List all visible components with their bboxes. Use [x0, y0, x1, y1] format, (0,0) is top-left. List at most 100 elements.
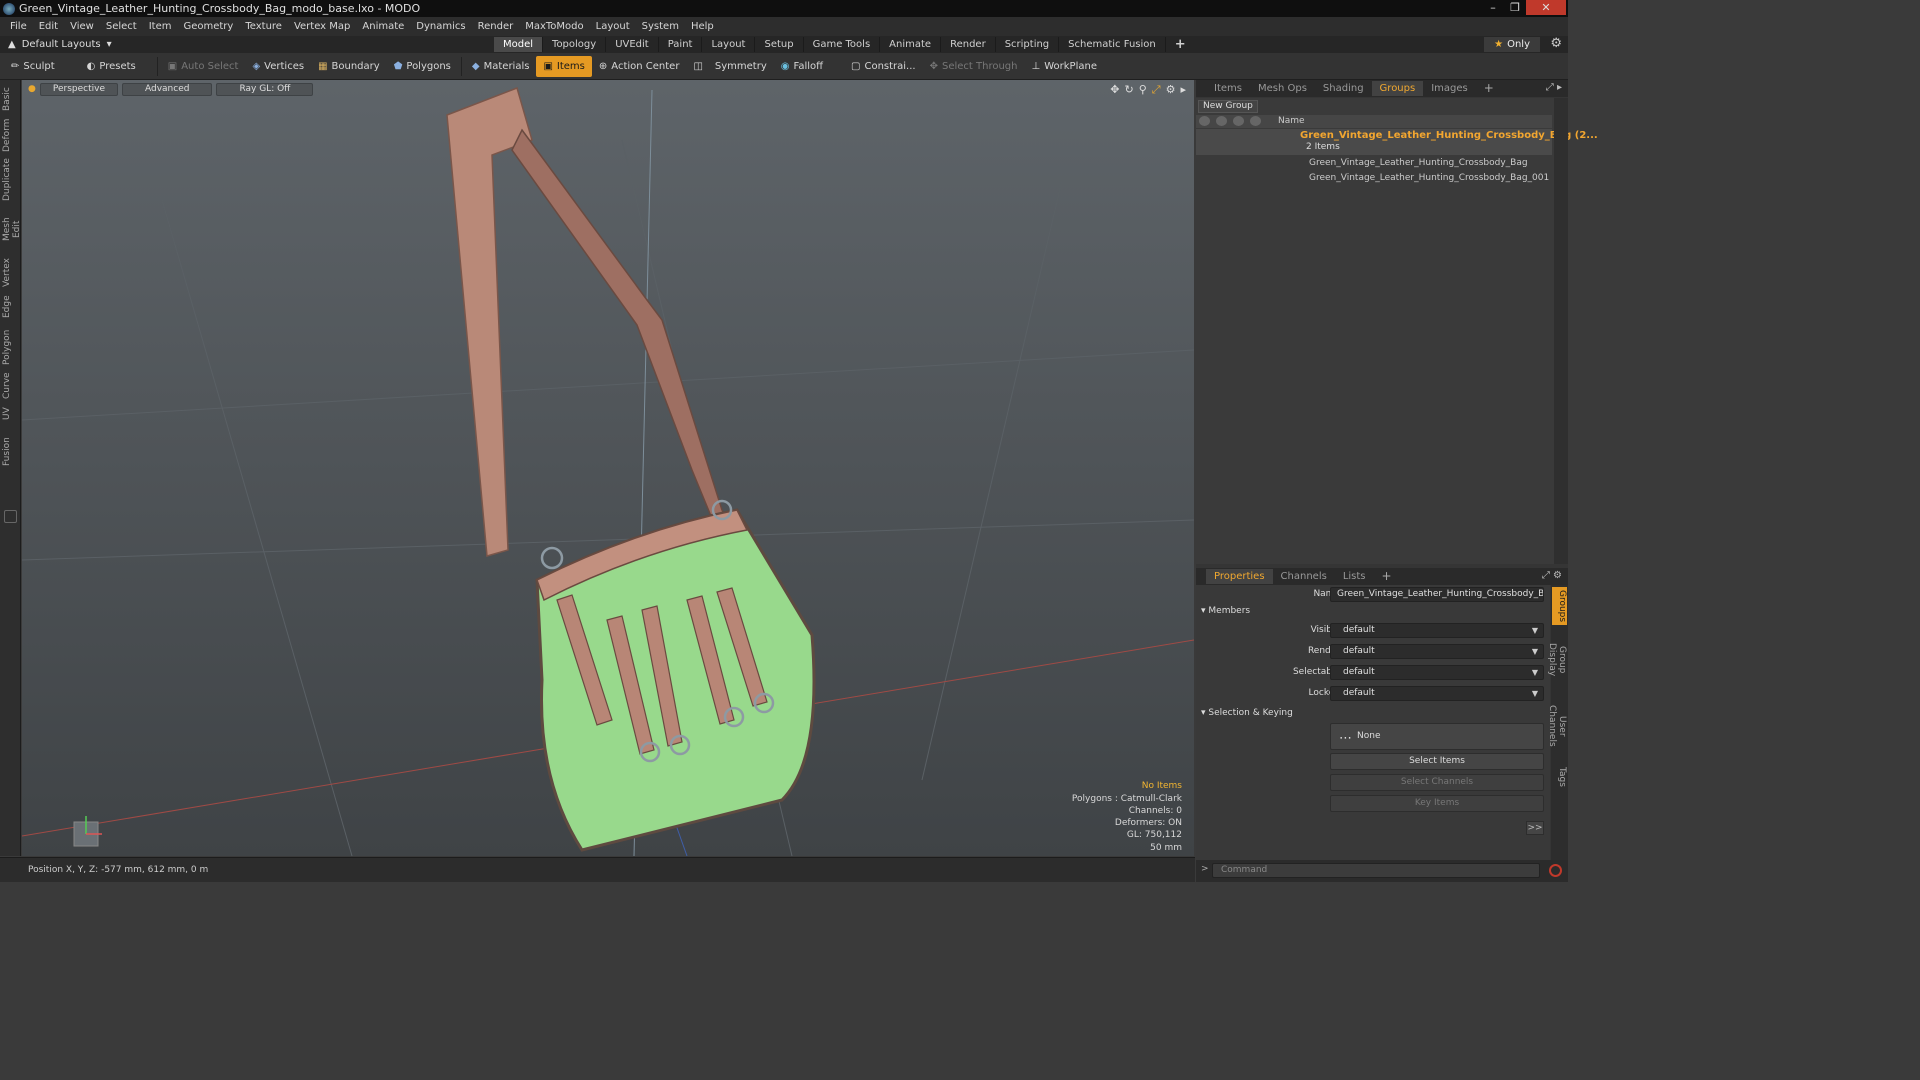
3d-viewport[interactable]: ● Perspective Advanced Ray GL: Off ✥ ↻ ⚲…	[22, 80, 1194, 856]
items-button[interactable]: ▣ Items	[536, 55, 592, 77]
tab-scripting[interactable]: Scripting	[996, 37, 1060, 52]
lock-column-icon[interactable]	[1250, 116, 1261, 126]
only-button[interactable]: ★ Only	[1484, 37, 1540, 52]
left-tab-edge[interactable]: Edge	[2, 294, 19, 320]
symmetry-button[interactable]: ◫ Symmetry	[686, 56, 773, 77]
render-column-icon[interactable]	[1216, 116, 1227, 126]
tab-lists[interactable]: Lists	[1335, 569, 1374, 584]
menu-view[interactable]: View	[64, 21, 100, 32]
left-tab-mesh-edit[interactable]: Mesh Edit	[2, 208, 22, 250]
command-expand-icon[interactable]: >	[1201, 864, 1209, 874]
tab-channels[interactable]: Channels	[1273, 569, 1335, 584]
viewport-expand-icon[interactable]: ▸	[1180, 83, 1186, 97]
left-tab-vertex[interactable]: Vertex	[2, 258, 19, 288]
left-tab-duplicate[interactable]: Duplicate	[2, 158, 19, 202]
command-input[interactable]: Command	[1212, 863, 1540, 878]
close-icon[interactable]: ✕	[1526, 0, 1566, 15]
menu-select[interactable]: Select	[100, 21, 143, 32]
menu-help[interactable]: Help	[685, 21, 720, 32]
shading-mode-button[interactable]: Advanced	[121, 82, 213, 96]
select-through-button[interactable]: ✥ Select Through	[923, 56, 1025, 77]
menu-system[interactable]: System	[636, 21, 685, 32]
tab-uvedit[interactable]: UVEdit	[606, 37, 659, 52]
view-mode-button[interactable]: Perspective	[39, 82, 118, 96]
side-tab-group-display[interactable]: Group Display	[1547, 631, 1567, 689]
tab-topology[interactable]: Topology	[543, 37, 607, 52]
members-section[interactable]: ▾ Members	[1201, 606, 1250, 616]
menu-dynamics[interactable]: Dynamics	[410, 21, 471, 32]
left-tab-uv[interactable]: UV	[2, 406, 19, 422]
boundary-button[interactable]: ▦ Boundary	[311, 56, 387, 77]
move-view-icon[interactable]: ✥	[1110, 83, 1119, 97]
gear-icon[interactable]: ⚙	[1550, 36, 1562, 51]
group-name-field[interactable]: Green_Vintage_Leather_Hunting_Crossbody_…	[1330, 587, 1544, 602]
fit-view-icon[interactable]: ⤢	[1152, 83, 1161, 97]
visible-dropdown[interactable]: default ▼	[1330, 623, 1544, 638]
side-tab-tags[interactable]: Tags	[1552, 765, 1567, 789]
groups-scrollbar[interactable]	[1554, 98, 1568, 564]
selectable-dropdown[interactable]: default ▼	[1330, 665, 1544, 680]
key-items-button[interactable]: Key Items	[1330, 795, 1544, 812]
tab-setup[interactable]: Setup	[755, 37, 804, 52]
tab-game-tools[interactable]: Game Tools	[804, 37, 881, 52]
tab-animate[interactable]: Animate	[880, 37, 942, 52]
side-tab-groups[interactable]: Groups	[1552, 587, 1567, 625]
locked-dropdown[interactable]: default ▼	[1330, 686, 1544, 701]
polygons-button[interactable]: ⬟ Polygons	[387, 56, 458, 77]
left-tab-fusion[interactable]: Fusion	[2, 436, 19, 468]
left-tab-basic[interactable]: Basic	[2, 85, 19, 113]
group-row[interactable]: Green_Vintage_Leather_Hunting_Crossbody_…	[1196, 129, 1598, 155]
eye-column-icon[interactable]	[1199, 116, 1210, 126]
tab-render[interactable]: Render	[941, 37, 996, 52]
left-tab-curve[interactable]: Curve	[2, 372, 19, 400]
select-column-icon[interactable]	[1233, 116, 1244, 126]
restore-icon[interactable]: ❐	[1504, 0, 1526, 15]
crossbody-bag-model[interactable]	[446, 87, 816, 852]
menu-file[interactable]: File	[4, 21, 33, 32]
menu-animate[interactable]: Animate	[356, 21, 410, 32]
raygl-button[interactable]: Ray GL: Off	[216, 82, 314, 96]
select-channels-button[interactable]: Select Channels	[1330, 774, 1544, 791]
tab-layout[interactable]: Layout	[702, 37, 756, 52]
constraints-button[interactable]: ▢ Constrai...	[844, 56, 923, 77]
list-item[interactable]: Green_Vintage_Leather_Hunting_Crossbody_…	[1196, 172, 1552, 186]
selection-keying-section[interactable]: ▾ Selection & Keying	[1201, 708, 1293, 718]
select-items-button[interactable]: Select Items	[1330, 753, 1544, 770]
zoom-view-icon[interactable]: ⚲	[1139, 83, 1147, 97]
workplane-button[interactable]: ⊥ WorkPlane	[1025, 56, 1104, 77]
menu-geometry[interactable]: Geometry	[177, 21, 239, 32]
materials-button[interactable]: ◆ Materials	[465, 56, 537, 77]
presets-button[interactable]: ◐ Presets	[80, 56, 143, 77]
none-button[interactable]: ⋯ None	[1330, 723, 1544, 750]
side-tab-user-channels[interactable]: User Channels	[1547, 695, 1567, 757]
more-button[interactable]: >>	[1526, 821, 1544, 835]
tab-paint[interactable]: Paint	[659, 37, 703, 52]
minimize-icon[interactable]: –	[1482, 0, 1504, 15]
expand-panel-icon[interactable]: ⤢ ▸	[1546, 82, 1562, 93]
tab-mesh-ops[interactable]: Mesh Ops	[1250, 81, 1315, 96]
menu-texture[interactable]: Texture	[239, 21, 288, 32]
tab-schematic-fusion[interactable]: Schematic Fusion	[1059, 37, 1166, 52]
stop-icon[interactable]	[1549, 864, 1562, 877]
add-tab-icon[interactable]: +	[1476, 81, 1502, 96]
auto-select-button[interactable]: ▣ Auto Select	[161, 56, 246, 77]
action-center-button[interactable]: ⊕ Action Center	[592, 56, 687, 77]
properties-settings-icon[interactable]: ⤢ ⚙	[1542, 570, 1562, 581]
falloff-button[interactable]: ◉ Falloff	[774, 56, 830, 77]
menu-edit[interactable]: Edit	[33, 21, 64, 32]
menu-render[interactable]: Render	[472, 21, 520, 32]
menu-maxtomodo[interactable]: MaxToModo	[519, 21, 589, 32]
layout-selector[interactable]: ▲ Default Layouts ▾	[8, 39, 112, 50]
new-group-button[interactable]: New Group	[1198, 100, 1258, 113]
render-dropdown[interactable]: default ▼	[1330, 644, 1544, 659]
tab-items[interactable]: Items	[1206, 81, 1250, 96]
add-tab-icon[interactable]: +	[1374, 569, 1400, 584]
left-panel-toggle-icon[interactable]	[4, 510, 17, 523]
vertices-button[interactable]: ◈ Vertices	[245, 56, 311, 77]
tab-shading[interactable]: Shading	[1315, 81, 1372, 96]
rotate-view-icon[interactable]: ↻	[1125, 83, 1134, 97]
tab-properties[interactable]: Properties	[1206, 569, 1273, 584]
tab-images[interactable]: Images	[1423, 81, 1476, 96]
left-tab-polygon[interactable]: Polygon	[2, 328, 19, 366]
menu-vertex-map[interactable]: Vertex Map	[288, 21, 356, 32]
